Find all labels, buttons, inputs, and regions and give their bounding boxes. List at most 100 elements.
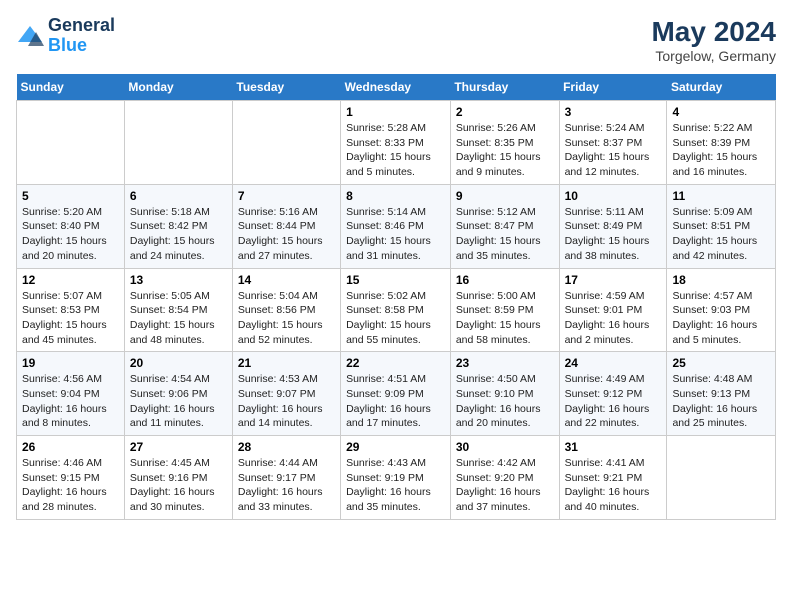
calendar-cell: 2 Sunrise: 5:26 AMSunset: 8:35 PMDaylight… bbox=[450, 101, 559, 185]
logo-text: General Blue bbox=[48, 16, 115, 56]
calendar-week-row: 1 Sunrise: 5:28 AMSunset: 8:33 PMDaylight… bbox=[17, 101, 776, 185]
day-number: 17 bbox=[565, 273, 662, 287]
day-info: Sunrise: 5:09 AMSunset: 8:51 PMDaylight:… bbox=[672, 205, 770, 264]
day-number: 26 bbox=[22, 440, 119, 454]
day-number: 4 bbox=[672, 105, 770, 119]
location: Torgelow, Germany bbox=[651, 48, 776, 64]
day-of-week-header: Tuesday bbox=[232, 74, 340, 101]
calendar-cell: 8 Sunrise: 5:14 AMSunset: 8:46 PMDaylight… bbox=[341, 184, 451, 268]
calendar-week-row: 12 Sunrise: 5:07 AMSunset: 8:53 PMDayligh… bbox=[17, 268, 776, 352]
day-number: 19 bbox=[22, 356, 119, 370]
day-number: 21 bbox=[238, 356, 335, 370]
day-info: Sunrise: 5:16 AMSunset: 8:44 PMDaylight:… bbox=[238, 205, 335, 264]
day-info: Sunrise: 5:07 AMSunset: 8:53 PMDaylight:… bbox=[22, 289, 119, 348]
day-number: 12 bbox=[22, 273, 119, 287]
day-of-week-header: Monday bbox=[124, 74, 232, 101]
day-number: 9 bbox=[456, 189, 554, 203]
day-info: Sunrise: 4:44 AMSunset: 9:17 PMDaylight:… bbox=[238, 456, 335, 515]
day-number: 20 bbox=[130, 356, 227, 370]
calendar-week-row: 26 Sunrise: 4:46 AMSunset: 9:15 PMDayligh… bbox=[17, 436, 776, 520]
day-info: Sunrise: 5:26 AMSunset: 8:35 PMDaylight:… bbox=[456, 121, 554, 180]
day-number: 7 bbox=[238, 189, 335, 203]
calendar-cell: 17 Sunrise: 4:59 AMSunset: 9:01 PMDayligh… bbox=[559, 268, 667, 352]
calendar-cell: 6 Sunrise: 5:18 AMSunset: 8:42 PMDaylight… bbox=[124, 184, 232, 268]
day-number: 16 bbox=[456, 273, 554, 287]
calendar-cell: 10Sunrise: 5:11 AMSunset: 8:49 PMDayligh… bbox=[559, 184, 667, 268]
day-number: 15 bbox=[346, 273, 445, 287]
calendar-table: SundayMondayTuesdayWednesdayThursdayFrid… bbox=[16, 74, 776, 520]
day-number: 8 bbox=[346, 189, 445, 203]
calendar-cell bbox=[17, 101, 125, 185]
day-number: 10 bbox=[565, 189, 662, 203]
day-info: Sunrise: 5:14 AMSunset: 8:46 PMDaylight:… bbox=[346, 205, 445, 264]
day-number: 31 bbox=[565, 440, 662, 454]
calendar-cell: 27Sunrise: 4:45 AMSunset: 9:16 PMDayligh… bbox=[124, 436, 232, 520]
day-info: Sunrise: 4:41 AMSunset: 9:21 PMDaylight:… bbox=[565, 456, 662, 515]
day-number: 6 bbox=[130, 189, 227, 203]
calendar-cell: 5Sunrise: 5:20 AMSunset: 8:40 PMDaylight… bbox=[17, 184, 125, 268]
calendar-cell: 21Sunrise: 4:53 AMSunset: 9:07 PMDayligh… bbox=[232, 352, 340, 436]
calendar-cell: 29 Sunrise: 4:43 AMSunset: 9:19 PMDayligh… bbox=[341, 436, 451, 520]
day-of-week-header: Thursday bbox=[450, 74, 559, 101]
calendar-cell: 13Sunrise: 5:05 AMSunset: 8:54 PMDayligh… bbox=[124, 268, 232, 352]
calendar-cell: 28 Sunrise: 4:44 AMSunset: 9:17 PMDayligh… bbox=[232, 436, 340, 520]
day-info: Sunrise: 4:45 AMSunset: 9:16 PMDaylight:… bbox=[130, 456, 227, 515]
calendar-cell: 9 Sunrise: 5:12 AMSunset: 8:47 PMDaylight… bbox=[450, 184, 559, 268]
calendar-header-row: SundayMondayTuesdayWednesdayThursdayFrid… bbox=[17, 74, 776, 101]
calendar-cell: 20Sunrise: 4:54 AMSunset: 9:06 PMDayligh… bbox=[124, 352, 232, 436]
calendar-cell: 24Sunrise: 4:49 AMSunset: 9:12 PMDayligh… bbox=[559, 352, 667, 436]
day-info: Sunrise: 4:48 AMSunset: 9:13 PMDaylight:… bbox=[672, 372, 770, 431]
day-info: Sunrise: 5:18 AMSunset: 8:42 PMDaylight:… bbox=[130, 205, 227, 264]
calendar-cell: 16 Sunrise: 5:00 AMSunset: 8:59 PMDayligh… bbox=[450, 268, 559, 352]
calendar-cell: 19 Sunrise: 4:56 AMSunset: 9:04 PMDayligh… bbox=[17, 352, 125, 436]
calendar-week-row: 5Sunrise: 5:20 AMSunset: 8:40 PMDaylight… bbox=[17, 184, 776, 268]
day-number: 14 bbox=[238, 273, 335, 287]
day-of-week-header: Sunday bbox=[17, 74, 125, 101]
calendar-week-row: 19 Sunrise: 4:56 AMSunset: 9:04 PMDayligh… bbox=[17, 352, 776, 436]
day-info: Sunrise: 4:42 AMSunset: 9:20 PMDaylight:… bbox=[456, 456, 554, 515]
calendar-cell bbox=[667, 436, 776, 520]
day-info: Sunrise: 5:12 AMSunset: 8:47 PMDaylight:… bbox=[456, 205, 554, 264]
logo-icon bbox=[16, 24, 44, 48]
day-number: 2 bbox=[456, 105, 554, 119]
calendar-cell: 25 Sunrise: 4:48 AMSunset: 9:13 PMDayligh… bbox=[667, 352, 776, 436]
calendar-cell: 1 Sunrise: 5:28 AMSunset: 8:33 PMDaylight… bbox=[341, 101, 451, 185]
day-number: 29 bbox=[346, 440, 445, 454]
day-number: 28 bbox=[238, 440, 335, 454]
day-info: Sunrise: 4:49 AMSunset: 9:12 PMDaylight:… bbox=[565, 372, 662, 431]
logo: General Blue bbox=[16, 16, 115, 56]
day-info: Sunrise: 4:43 AMSunset: 9:19 PMDaylight:… bbox=[346, 456, 445, 515]
day-info: Sunrise: 4:50 AMSunset: 9:10 PMDaylight:… bbox=[456, 372, 554, 431]
page-header: General Blue May 2024 Torgelow, Germany bbox=[16, 16, 776, 64]
day-of-week-header: Wednesday bbox=[341, 74, 451, 101]
calendar-cell: 4 Sunrise: 5:22 AMSunset: 8:39 PMDaylight… bbox=[667, 101, 776, 185]
day-info: Sunrise: 4:56 AMSunset: 9:04 PMDaylight:… bbox=[22, 372, 119, 431]
day-info: Sunrise: 5:00 AMSunset: 8:59 PMDaylight:… bbox=[456, 289, 554, 348]
day-number: 25 bbox=[672, 356, 770, 370]
calendar-cell bbox=[124, 101, 232, 185]
day-info: Sunrise: 4:46 AMSunset: 9:15 PMDaylight:… bbox=[22, 456, 119, 515]
day-info: Sunrise: 5:05 AMSunset: 8:54 PMDaylight:… bbox=[130, 289, 227, 348]
calendar-cell bbox=[232, 101, 340, 185]
calendar-cell: 15Sunrise: 5:02 AMSunset: 8:58 PMDayligh… bbox=[341, 268, 451, 352]
day-info: Sunrise: 4:59 AMSunset: 9:01 PMDaylight:… bbox=[565, 289, 662, 348]
calendar-cell: 26 Sunrise: 4:46 AMSunset: 9:15 PMDayligh… bbox=[17, 436, 125, 520]
day-info: Sunrise: 4:51 AMSunset: 9:09 PMDaylight:… bbox=[346, 372, 445, 431]
day-number: 18 bbox=[672, 273, 770, 287]
day-number: 11 bbox=[672, 189, 770, 203]
title-block: May 2024 Torgelow, Germany bbox=[651, 16, 776, 64]
day-info: Sunrise: 5:28 AMSunset: 8:33 PMDaylight:… bbox=[346, 121, 445, 180]
day-info: Sunrise: 5:24 AMSunset: 8:37 PMDaylight:… bbox=[565, 121, 662, 180]
calendar-cell: 14 Sunrise: 5:04 AMSunset: 8:56 PMDayligh… bbox=[232, 268, 340, 352]
day-number: 5 bbox=[22, 189, 119, 203]
day-number: 3 bbox=[565, 105, 662, 119]
day-info: Sunrise: 5:04 AMSunset: 8:56 PMDaylight:… bbox=[238, 289, 335, 348]
month-year: May 2024 bbox=[651, 16, 776, 48]
calendar-cell: 12 Sunrise: 5:07 AMSunset: 8:53 PMDayligh… bbox=[17, 268, 125, 352]
calendar-cell: 30 Sunrise: 4:42 AMSunset: 9:20 PMDayligh… bbox=[450, 436, 559, 520]
day-number: 1 bbox=[346, 105, 445, 119]
day-info: Sunrise: 5:22 AMSunset: 8:39 PMDaylight:… bbox=[672, 121, 770, 180]
calendar-cell: 18Sunrise: 4:57 AMSunset: 9:03 PMDayligh… bbox=[667, 268, 776, 352]
day-number: 30 bbox=[456, 440, 554, 454]
day-of-week-header: Saturday bbox=[667, 74, 776, 101]
